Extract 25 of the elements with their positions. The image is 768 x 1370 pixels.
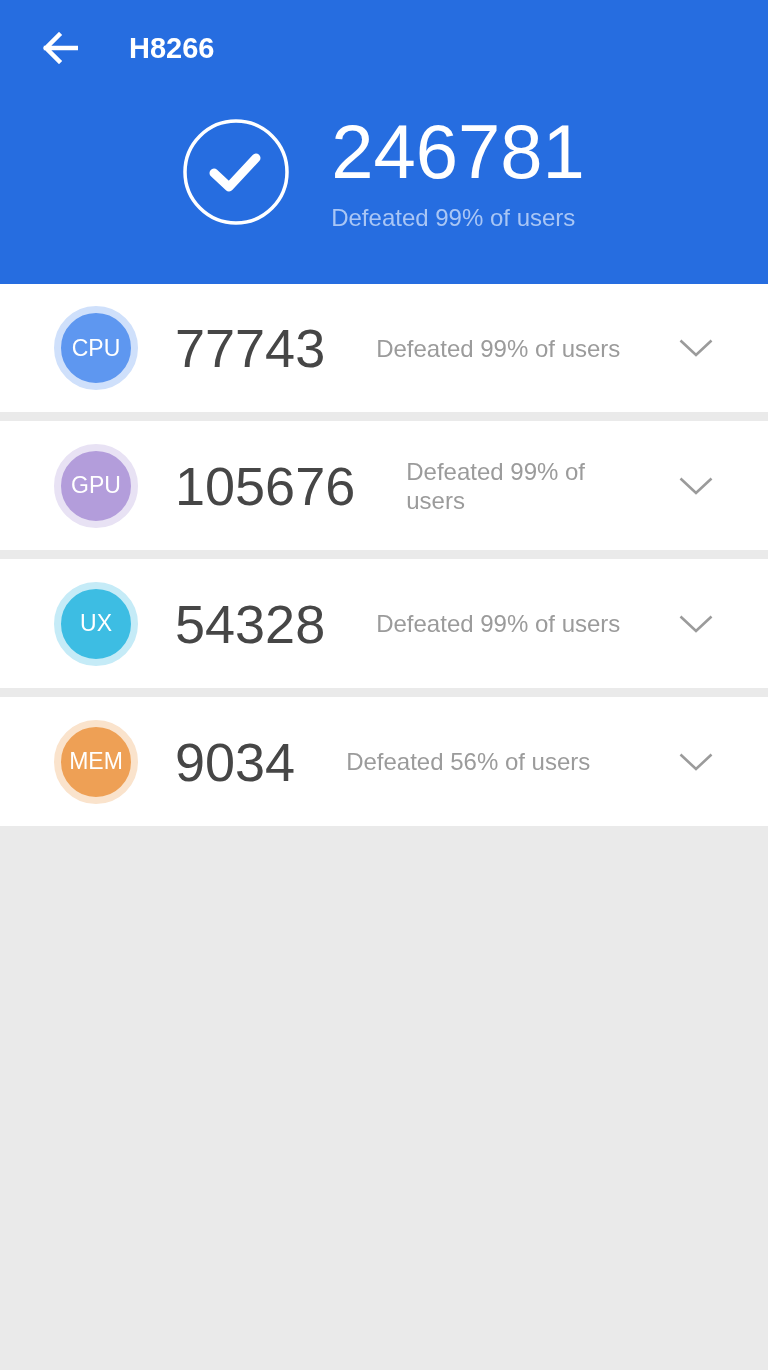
category-caption: Defeated 99% of users: [376, 333, 622, 363]
result-card[interactable]: UX 54328 Defeated 99% of users: [0, 559, 768, 688]
check-circle-icon: [183, 119, 290, 226]
category-badge: MEM: [54, 719, 138, 804]
category-score: 54328: [175, 596, 326, 651]
chevron-down-icon[interactable]: [679, 752, 713, 771]
result-card[interactable]: MEM 9034 Defeated 56% of users: [0, 697, 768, 826]
category-badge: GPU: [54, 443, 138, 528]
chevron-down-icon[interactable]: [679, 476, 713, 495]
category-caption: Defeated 99% of users: [406, 456, 586, 515]
chevron-down-icon[interactable]: [679, 614, 713, 633]
total-score: 246781: [331, 114, 585, 190]
category-badge: CPU: [54, 306, 138, 390]
result-card[interactable]: GPU 105676 Defeated 99% of users: [0, 421, 768, 550]
result-card[interactable]: CPU 77743 Defeated 99% of users: [0, 284, 768, 412]
category-caption: Defeated 99% of users: [376, 609, 622, 638]
category-score: 9034: [175, 734, 296, 789]
category-caption: Defeated 56% of users: [346, 747, 592, 776]
total-score-caption: Defeated 99% of users: [331, 204, 576, 233]
category-score: 105676: [175, 458, 356, 513]
device-title: H8266: [129, 33, 215, 63]
back-arrow-icon[interactable]: [42, 32, 78, 64]
category-badge: UX: [54, 581, 138, 666]
category-score: 77743: [175, 321, 326, 375]
chevron-down-icon[interactable]: [679, 339, 713, 357]
